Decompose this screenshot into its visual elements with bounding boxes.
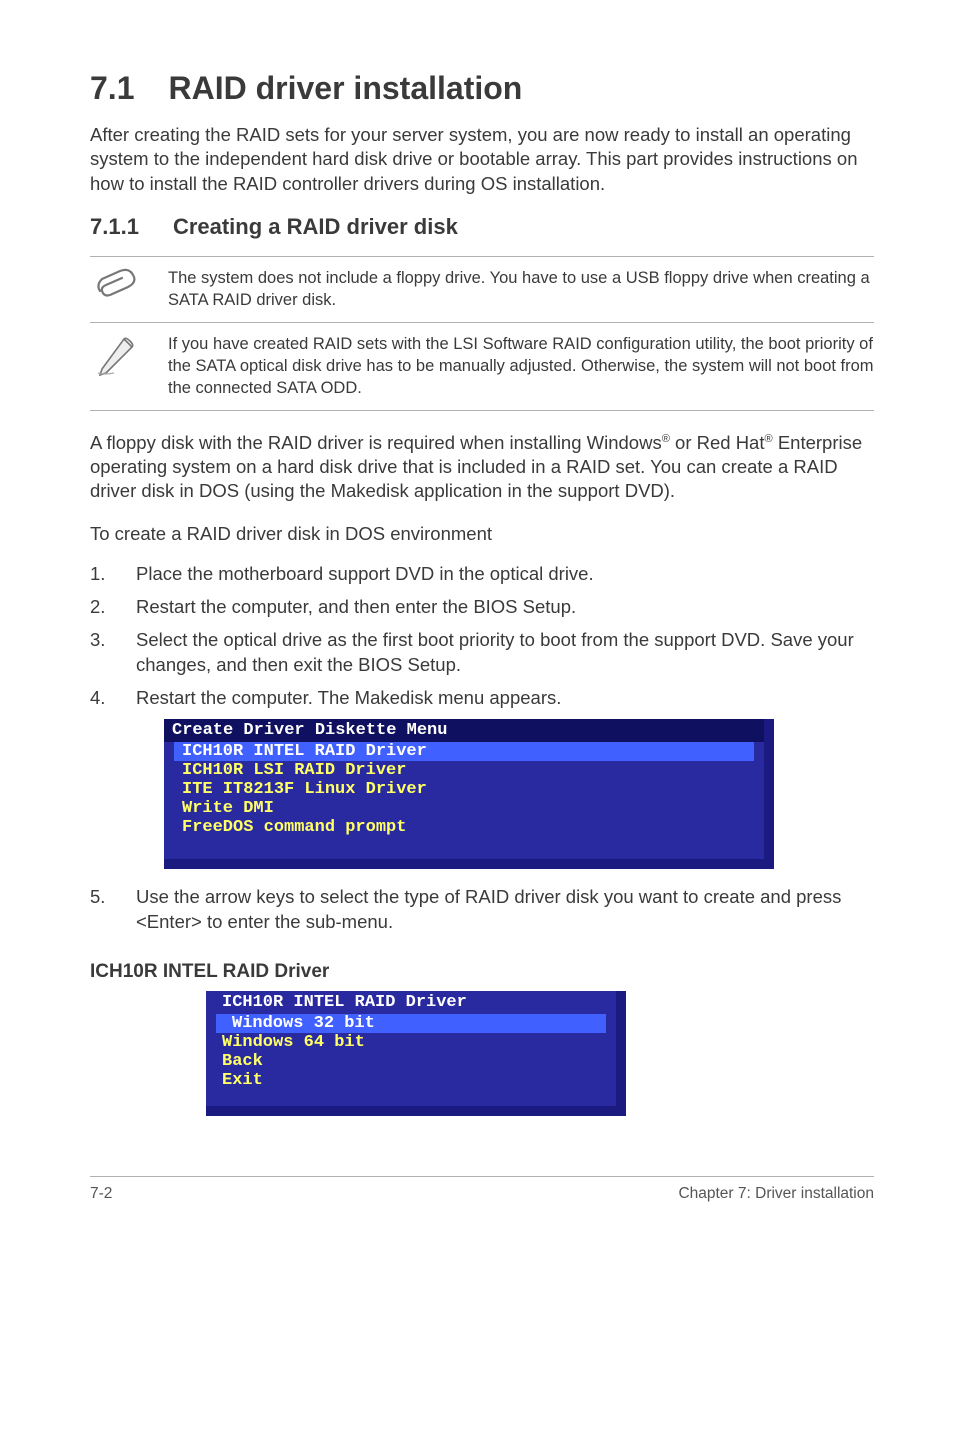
registered-mark: ®	[765, 432, 773, 444]
menu-header: Create Driver Diskette Menu	[164, 719, 764, 742]
steps-list-continued: 5.Use the arrow keys to select the type …	[90, 885, 874, 935]
note-usb-floppy: The system does not include a floppy dri…	[90, 256, 874, 323]
menu-item: Exit	[206, 1071, 616, 1090]
list-item: 4.Restart the computer. The Makedisk men…	[90, 686, 874, 711]
menu-item: Back	[206, 1052, 616, 1071]
menu-item: Windows 64 bit	[206, 1033, 616, 1052]
step-text: Place the motherboard support DVD in the…	[136, 562, 874, 587]
subsection-number: 7.1.1	[90, 214, 139, 240]
step-number: 3.	[90, 628, 136, 678]
pencil-icon	[90, 333, 144, 377]
floppy-required-paragraph: A floppy disk with the RAID driver is re…	[90, 431, 874, 504]
page-footer: 7-2 Chapter 7: Driver installation	[90, 1176, 874, 1203]
ich10r-subheading: ICH10R INTEL RAID Driver	[90, 961, 874, 983]
subsection-title-text: Creating a RAID driver disk	[173, 214, 458, 239]
menu-item: Write DMI	[164, 799, 764, 818]
section-number: 7.1	[90, 70, 134, 107]
step-text: Restart the computer. The Makedisk menu …	[136, 686, 874, 711]
chapter-label: Chapter 7: Driver installation	[678, 1185, 874, 1203]
section-heading: 7.1 RAID driver installation	[90, 70, 874, 107]
list-item: 5.Use the arrow keys to select the type …	[90, 885, 874, 935]
step-number: 2.	[90, 595, 136, 620]
note-text: If you have created RAID sets with the L…	[168, 333, 874, 400]
intro-paragraph: After creating the RAID sets for your se…	[90, 123, 874, 196]
menu-item: ITE IT8213F Linux Driver	[164, 780, 764, 799]
dos-env-lead: To create a RAID driver disk in DOS envi…	[90, 522, 874, 546]
list-item: 1.Place the motherboard support DVD in t…	[90, 562, 874, 587]
menu-item: ICH10R LSI RAID Driver	[164, 761, 764, 780]
page-number: 7-2	[90, 1185, 112, 1203]
text-segment: or Red Hat	[670, 432, 765, 453]
text-segment: A floppy disk with the RAID driver is re…	[90, 432, 662, 453]
ich10r-submenu: ICH10R INTEL RAID Driver Windows 32 bit …	[206, 991, 626, 1116]
list-item: 3.Select the optical drive as the first …	[90, 628, 874, 678]
section-title-text: RAID driver installation	[168, 70, 522, 106]
steps-list: 1.Place the motherboard support DVD in t…	[90, 562, 874, 711]
step-number: 5.	[90, 885, 136, 935]
step-text: Restart the computer, and then enter the…	[136, 595, 874, 620]
list-item: 2.Restart the computer, and then enter t…	[90, 595, 874, 620]
menu-item-selected: Windows 32 bit	[216, 1014, 606, 1033]
step-number: 4.	[90, 686, 136, 711]
step-text: Select the optical drive as the first bo…	[136, 628, 874, 678]
paperclip-icon	[90, 267, 144, 305]
makedisk-menu: Create Driver Diskette Menu ICH10R INTEL…	[164, 719, 774, 869]
note-text: The system does not include a floppy dri…	[168, 267, 874, 312]
menu-header: ICH10R INTEL RAID Driver	[206, 991, 616, 1014]
step-text: Use the arrow keys to select the type of…	[136, 885, 874, 935]
subsection-heading: 7.1.1 Creating a RAID driver disk	[90, 214, 874, 240]
menu-item-selected: ICH10R INTEL RAID Driver	[174, 742, 754, 761]
step-number: 1.	[90, 562, 136, 587]
registered-mark: ®	[662, 432, 670, 444]
note-lsi-boot-priority: If you have created RAID sets with the L…	[90, 322, 874, 411]
menu-item: FreeDOS command prompt	[164, 818, 764, 837]
